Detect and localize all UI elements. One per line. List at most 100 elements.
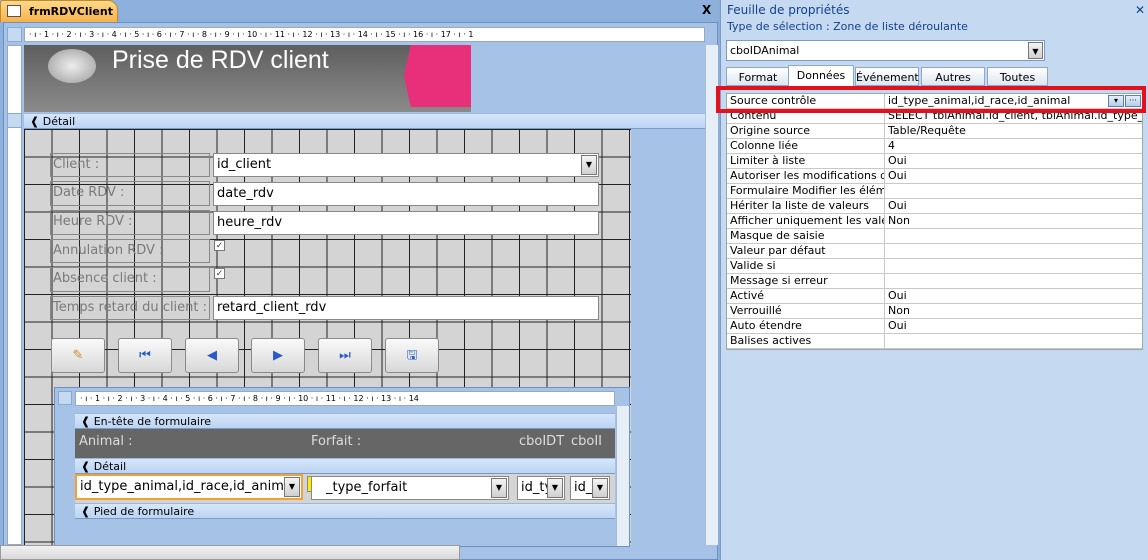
chevron-down-icon[interactable]: ▼ bbox=[491, 478, 507, 498]
object-selector[interactable]: cboIDAnimal ▼ bbox=[726, 40, 1045, 61]
property-name: Balises actives bbox=[727, 334, 885, 348]
property-value-text: 4 bbox=[888, 139, 895, 152]
property-value[interactable] bbox=[885, 259, 1142, 273]
subform-detail-label: Détail bbox=[93, 460, 127, 473]
tab-format[interactable]: Format bbox=[726, 67, 790, 86]
property-value[interactable]: Oui bbox=[885, 169, 1142, 183]
property-value[interactable]: Non bbox=[885, 214, 1142, 228]
property-row[interactable]: Afficher uniquement les valeu Non bbox=[727, 214, 1142, 229]
forfait-header-label[interactable]: Forfait : bbox=[311, 434, 361, 449]
tab-toutes[interactable]: Toutes bbox=[987, 67, 1048, 86]
subform-selector[interactable] bbox=[58, 391, 72, 405]
document-tab[interactable]: frmRDVClient bbox=[0, 0, 118, 22]
property-value[interactable]: Oui bbox=[885, 199, 1142, 213]
subform-detail-section-bar[interactable]: ❰ Détail bbox=[75, 458, 615, 474]
cboidanimal-value: id_type_animal,id_race,id_animal bbox=[80, 479, 296, 494]
chevron-down-icon[interactable]: ▼ bbox=[592, 478, 608, 498]
close-icon[interactable]: ✕ bbox=[1135, 3, 1145, 17]
client-combo[interactable]: id_client ▼ bbox=[213, 153, 599, 177]
property-row[interactable]: Auto étendre Oui bbox=[727, 319, 1142, 334]
property-row[interactable]: Activé Oui bbox=[727, 289, 1142, 304]
subform-vertical-scrollbar[interactable] bbox=[616, 406, 629, 546]
save-record-button[interactable]: 🖫 bbox=[385, 338, 439, 373]
close-document-button[interactable]: X bbox=[702, 3, 711, 17]
property-row[interactable]: Origine source Table/Requête bbox=[727, 124, 1142, 139]
property-row[interactable]: Hériter la liste de valeurs Oui bbox=[727, 199, 1142, 214]
tab-evenement[interactable]: Événement bbox=[855, 67, 919, 86]
property-value-text: Non bbox=[888, 304, 910, 317]
last-record-button[interactable]: ⏭ bbox=[318, 338, 372, 373]
date-rdv-label[interactable]: Date RDV : bbox=[50, 181, 210, 206]
property-row[interactable]: Masque de saisie bbox=[727, 229, 1142, 244]
form-icon bbox=[7, 5, 21, 17]
property-row[interactable]: Balises actives bbox=[727, 334, 1142, 349]
property-value-text: Oui bbox=[888, 319, 907, 332]
object-selector-value: cboIDAnimal bbox=[730, 44, 800, 57]
absence-client-label[interactable]: Absence client : bbox=[50, 267, 210, 292]
property-row[interactable]: Colonne liée 4 bbox=[727, 139, 1142, 154]
chevron-down-icon[interactable]: ▼ bbox=[547, 478, 563, 498]
form-selector[interactable] bbox=[7, 27, 22, 42]
property-row[interactable]: Valide si bbox=[727, 259, 1142, 274]
property-name: Hériter la liste de valeurs bbox=[727, 199, 885, 213]
vertical-scrollbar[interactable] bbox=[705, 45, 718, 545]
property-row[interactable]: Valeur par défaut bbox=[727, 244, 1142, 259]
property-row[interactable]: Formulaire Modifier les éléme bbox=[727, 184, 1142, 199]
property-value[interactable]: Oui bbox=[885, 289, 1142, 303]
retard-client-label[interactable]: Temps retard du client : bbox=[50, 296, 210, 320]
first-record-button[interactable]: ⏮ bbox=[118, 338, 172, 373]
property-name: Verrouillé bbox=[727, 304, 885, 318]
edit-button[interactable]: ✎ bbox=[51, 338, 105, 373]
property-value[interactable] bbox=[885, 184, 1142, 198]
cboidt-combo[interactable]: id_ty ▼ bbox=[517, 476, 565, 500]
client-label[interactable]: Client : bbox=[50, 153, 210, 177]
animal-header-label[interactable]: Animal : bbox=[79, 434, 133, 449]
date-rdv-field[interactable]: date_rdv bbox=[213, 182, 599, 206]
property-row[interactable]: Limiter à liste Oui bbox=[727, 154, 1142, 169]
property-value[interactable]: Table/Requête bbox=[885, 124, 1142, 138]
section-selector[interactable] bbox=[7, 113, 22, 128]
first-record-icon: ⏮ bbox=[139, 348, 151, 363]
subform-footer-label: Pied de formulaire bbox=[93, 505, 195, 518]
forfait-combo[interactable]: _type_forfait ▼ bbox=[311, 476, 509, 500]
absence-client-checkbox[interactable]: ✓ bbox=[214, 268, 225, 279]
heure-rdv-field[interactable]: heure_rdv bbox=[213, 211, 599, 235]
previous-record-button[interactable]: ◀ bbox=[185, 338, 239, 373]
subform-control[interactable]: · ı · 1 · ı · 2 · ı · 3 · ı · 4 · ı · 5 … bbox=[54, 387, 630, 547]
subform-footer-section-bar[interactable]: ❰ Pied de formulaire bbox=[75, 503, 615, 519]
horizontal-scrollbar[interactable] bbox=[0, 545, 460, 560]
property-value[interactable] bbox=[885, 229, 1142, 243]
tab-autres[interactable]: Autres bbox=[921, 67, 985, 86]
property-value[interactable] bbox=[885, 274, 1142, 288]
last-record-icon: ⏭ bbox=[339, 348, 351, 363]
property-row[interactable]: Message si erreur bbox=[727, 274, 1142, 289]
property-value[interactable] bbox=[885, 244, 1142, 258]
chevron-down-icon[interactable]: ▼ bbox=[284, 477, 300, 497]
cboidt-header-label[interactable]: cboIDT bbox=[519, 434, 565, 449]
form-header-banner: Prise de RDV client bbox=[24, 45, 471, 112]
property-row[interactable]: Verrouillé Non bbox=[727, 304, 1142, 319]
subform-header-section-bar[interactable]: ❰ En-tête de formulaire bbox=[75, 413, 615, 429]
property-value[interactable]: 4 bbox=[885, 139, 1142, 153]
next-record-button[interactable]: ▶ bbox=[251, 338, 305, 373]
property-name: Message si erreur bbox=[727, 274, 885, 288]
selection-type: Type de sélection : Zone de liste déroul… bbox=[727, 20, 968, 33]
header-decoration bbox=[404, 45, 471, 107]
property-value[interactable] bbox=[885, 334, 1142, 348]
cboii-combo[interactable]: id_ ▼ bbox=[570, 476, 610, 500]
cboidanimal-combo[interactable]: id_type_animal,id_race,id_animal ▼ bbox=[75, 474, 303, 500]
detail-section-bar[interactable]: ❰ Détail bbox=[24, 113, 705, 129]
retard-client-field[interactable]: retard_client_rdv bbox=[213, 296, 599, 320]
cboii-header-label[interactable]: cboII bbox=[571, 434, 611, 449]
highlight-box bbox=[716, 86, 1146, 113]
chevron-down-icon[interactable]: ▼ bbox=[581, 155, 597, 175]
chevron-down-icon[interactable]: ▼ bbox=[1028, 42, 1043, 59]
tab-donnees[interactable]: Données bbox=[788, 65, 854, 87]
property-row[interactable]: Autoriser les modifications de Oui bbox=[727, 169, 1142, 184]
property-value[interactable]: Oui bbox=[885, 154, 1142, 168]
annulation-rdv-checkbox[interactable]: ✓ bbox=[214, 240, 225, 251]
property-value[interactable]: Oui bbox=[885, 319, 1142, 333]
annulation-rdv-label[interactable]: Annulation RDV : bbox=[50, 239, 210, 263]
property-value[interactable]: Non bbox=[885, 304, 1142, 318]
heure-rdv-label[interactable]: Heure RDV : bbox=[50, 210, 210, 235]
